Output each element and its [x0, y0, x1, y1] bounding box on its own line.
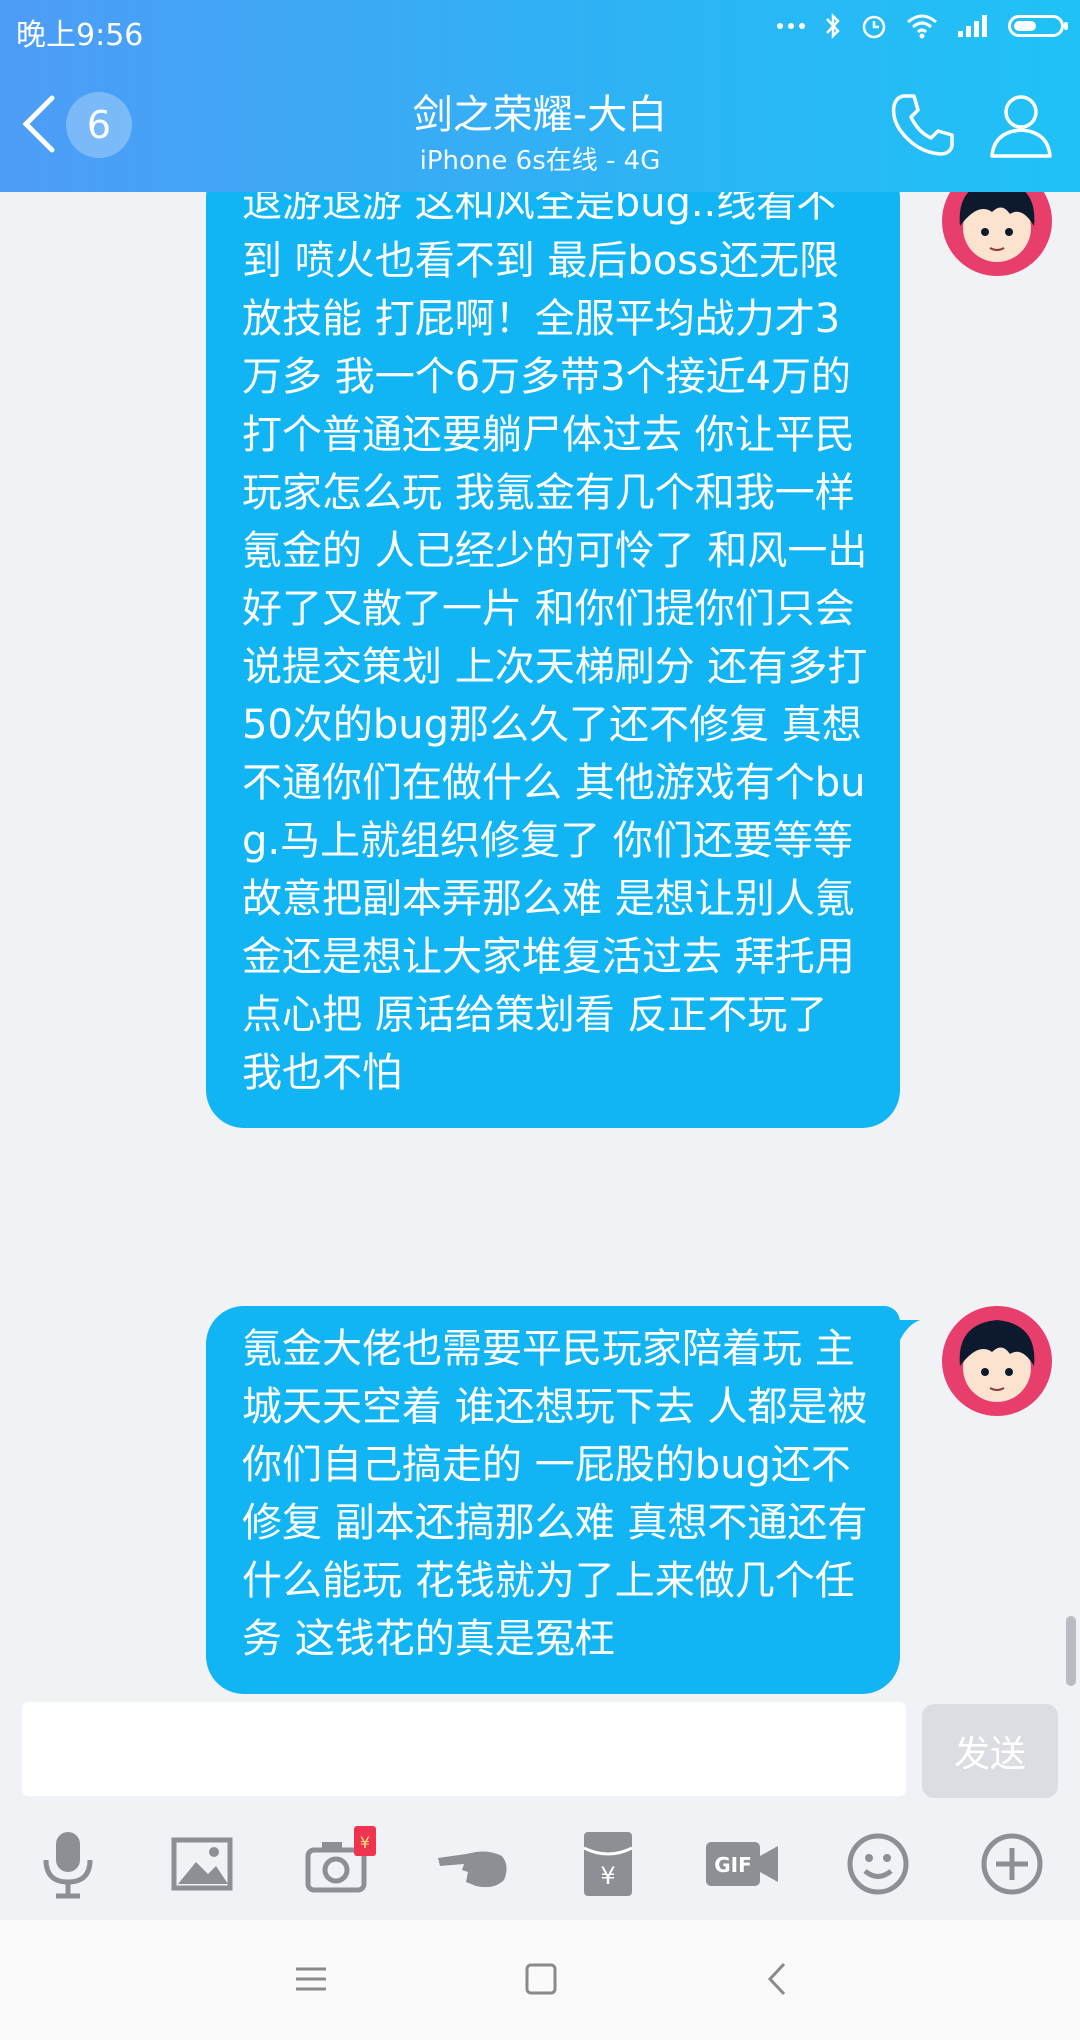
menu-icon — [296, 1967, 326, 1991]
scrollbar-thumb[interactable] — [1066, 1616, 1076, 1686]
phone-icon — [891, 94, 954, 156]
voice-button[interactable] — [28, 1824, 108, 1904]
poke-button[interactable] — [432, 1824, 512, 1904]
input-bar: 发送 — [0, 1700, 1080, 1798]
alarm-icon — [862, 15, 886, 39]
status-icons — [776, 12, 1068, 40]
gif-icon: GIF — [706, 1842, 778, 1886]
avatar[interactable] — [942, 1306, 1052, 1416]
profile-button[interactable] — [988, 90, 1054, 160]
avatar[interactable] — [942, 192, 1052, 276]
more-button[interactable] — [972, 1824, 1052, 1904]
avatar-face-icon — [959, 1320, 1035, 1402]
message-list[interactable]: 退游退游 这和风全是bug..线看不到 喷火也看不到 最后boss还无限放技能 … — [0, 192, 1080, 1700]
message-bubble[interactable]: 氪金大佬也需要平民玩家陪着玩 主城天天空着 谁还想玩下去 人都是被你们自己搞走的… — [206, 1306, 900, 1694]
chat-header: 晚上9:56 6 剑之荣耀-大白 iPhone 6s在线 - 4G — [0, 0, 1080, 192]
camera-icon: ¥ — [305, 1826, 376, 1893]
emoji-button[interactable] — [838, 1824, 918, 1904]
message-input[interactable] — [22, 1702, 906, 1796]
more-dots-icon — [777, 23, 805, 29]
call-button[interactable] — [888, 90, 958, 160]
svg-text:¥: ¥ — [360, 1833, 370, 1852]
svg-text:GIF: GIF — [714, 1853, 752, 1877]
chat-toolbar: ¥ ¥ GIF — [0, 1810, 1080, 1920]
plus-icon — [981, 1833, 1043, 1895]
system-nav-bar — [0, 1920, 1080, 2040]
message-bubble[interactable]: 退游退游 这和风全是bug..线看不到 喷火也看不到 最后boss还无限放技能 … — [206, 192, 900, 1128]
wifi-icon — [907, 14, 937, 39]
status-time: 晚上9:56 — [16, 18, 144, 53]
avatar-face-icon — [959, 192, 1035, 262]
microphone-icon — [43, 1832, 93, 1899]
bubble-tail-icon — [890, 1320, 920, 1350]
gif-button[interactable]: GIF — [702, 1824, 782, 1904]
bluetooth-icon — [826, 12, 840, 40]
square-icon — [525, 1963, 557, 1995]
poke-hand-icon — [438, 1851, 507, 1888]
gallery-button[interactable] — [162, 1824, 242, 1904]
home-nav-button[interactable] — [516, 1954, 566, 2004]
person-icon — [990, 95, 1052, 158]
emoji-icon — [847, 1833, 909, 1895]
red-envelope-button[interactable]: ¥ — [568, 1824, 648, 1904]
send-button[interactable]: 发送 — [922, 1704, 1058, 1798]
camera-button[interactable]: ¥ — [298, 1824, 378, 1904]
chevron-left-icon — [767, 1962, 786, 1996]
svg-text:¥: ¥ — [600, 1862, 615, 1890]
battery-icon — [1008, 15, 1068, 37]
signal-icon — [958, 15, 987, 37]
red-envelope-icon: ¥ — [583, 1832, 633, 1896]
back-nav-button[interactable] — [752, 1954, 802, 2004]
menu-nav-button[interactable] — [286, 1954, 336, 2004]
image-icon — [171, 1837, 233, 1891]
